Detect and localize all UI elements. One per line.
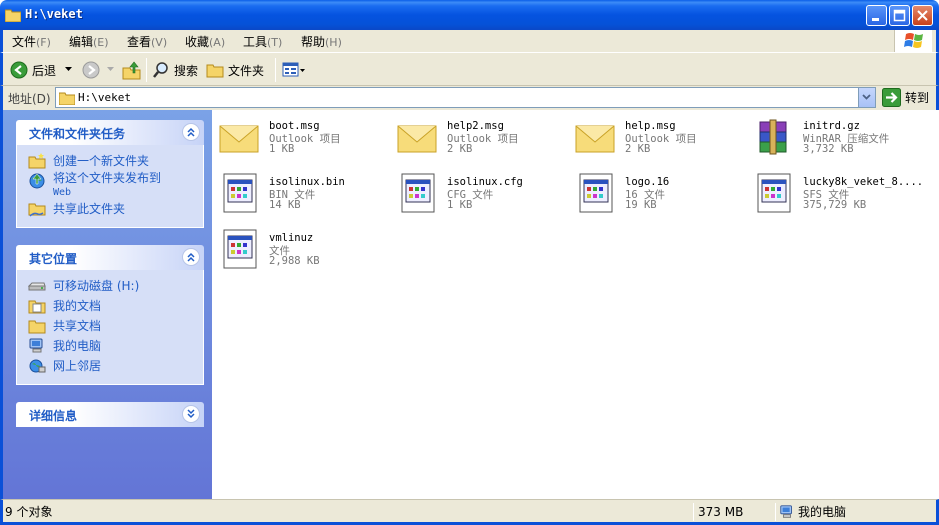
file-item[interactable]: isolinux.cfg CFG 文件 1 KB (390, 166, 568, 216)
my-computer-icon (780, 505, 792, 518)
up-folder-button[interactable] (122, 59, 142, 81)
menu-favorites[interactable]: 收藏(A) (185, 33, 225, 50)
window-title: H:\veket (25, 7, 83, 21)
forward-arrow-icon (82, 61, 100, 79)
generic-file-icon (223, 229, 257, 269)
menu-bar: 文件(F) 编辑(E) 查看(V) 收藏(A) 工具(T) 帮助(H) (0, 30, 939, 52)
winrar-icon (759, 119, 787, 155)
generic-file-icon (579, 173, 613, 213)
my-documents-icon (28, 300, 46, 314)
menu-file[interactable]: 文件(F) (12, 33, 51, 50)
folder-icon (59, 92, 75, 105)
task-share-folder[interactable]: 共享此文件夹 (17, 199, 203, 219)
search-button[interactable]: 搜索 (152, 59, 198, 81)
address-value: H:\veket (78, 91, 131, 104)
close-button[interactable] (912, 5, 933, 26)
total-size: 373 MB (698, 505, 744, 519)
windows-logo (894, 30, 932, 52)
place-network[interactable]: 网上邻居 (17, 356, 203, 376)
forward-dropdown-icon[interactable] (107, 67, 114, 72)
place-removable-disk[interactable]: 可移动磁盘 (H:) (17, 276, 203, 296)
place-my-computer[interactable]: 我的电脑 (17, 336, 203, 356)
toolbar-separator (146, 58, 147, 82)
file-item[interactable]: help2.msg Outlook 项目 2 KB (390, 110, 568, 160)
folders-button[interactable]: 文件夹 (206, 59, 264, 81)
task-pane: 文件和文件夹任务 创建一个新文件夹 将这个文件夹发布到 Web 共享此文件夹 其… (0, 110, 212, 499)
generic-file-icon (401, 173, 435, 213)
go-button[interactable]: 转到 (882, 88, 929, 107)
go-arrow-icon (882, 88, 901, 107)
other-places-panel: 其它位置 可移动磁盘 (H:) 我的文档 共享文档 我的电脑 网上邻居 (16, 245, 204, 385)
search-icon (153, 62, 168, 78)
collapse-button[interactable] (182, 123, 200, 141)
address-label: 地址(D) (8, 92, 51, 106)
object-count: 9 个对象 (5, 505, 53, 519)
details-panel: 详细信息 (16, 402, 204, 427)
maximize-button[interactable] (889, 5, 910, 26)
file-list: boot.msg Outlook 项目 1 KB help2.msg Outlo… (212, 110, 936, 499)
place-shared-documents[interactable]: 共享文档 (17, 316, 203, 336)
file-item[interactable]: boot.msg Outlook 项目 1 KB (212, 110, 390, 160)
file-tasks-panel: 文件和文件夹任务 创建一个新文件夹 将这个文件夹发布到 Web 共享此文件夹 (16, 120, 204, 228)
location-label: 我的电脑 (798, 505, 847, 519)
double-chevron-down-icon (187, 409, 195, 419)
close-icon (917, 10, 928, 21)
menu-tools[interactable]: 工具(T) (243, 33, 282, 50)
menu-view[interactable]: 查看(V) (127, 33, 167, 50)
file-item[interactable]: isolinux.bin BIN 文件 14 KB (212, 166, 390, 216)
address-input[interactable]: H:\veket (55, 87, 876, 108)
new-folder-icon (28, 153, 46, 169)
file-item[interactable]: logo.16 16 文件 19 KB (568, 166, 746, 216)
forward-button[interactable] (82, 59, 100, 81)
status-bar: 9 个对象 373 MB 我的电脑 (0, 499, 939, 525)
details-header[interactable]: 详细信息 (16, 402, 204, 427)
place-my-documents[interactable]: 我的文档 (17, 296, 203, 316)
generic-file-icon (223, 173, 257, 213)
shared-folder-icon (28, 203, 46, 217)
file-item[interactable]: help.msg Outlook 项目 2 KB (568, 110, 746, 160)
minimize-button[interactable] (866, 5, 887, 26)
address-bar: 地址(D) H:\veket 转到 (0, 86, 939, 110)
toolbar: 后退 搜索 文件夹 (0, 52, 939, 86)
envelope-icon (575, 125, 615, 153)
menu-help[interactable]: 帮助(H) (301, 33, 342, 50)
maximize-icon (893, 9, 906, 22)
menu-edit[interactable]: 编辑(E) (69, 33, 109, 50)
envelope-icon (219, 125, 259, 153)
my-computer-icon (29, 338, 43, 353)
back-dropdown-icon[interactable] (65, 67, 72, 72)
status-divider (775, 503, 776, 521)
other-places-header[interactable]: 其它位置 (16, 245, 204, 270)
shared-documents-icon (28, 320, 46, 334)
removable-disk-icon (28, 282, 46, 291)
file-item[interactable]: vmlinuz 文件 2,988 KB (212, 222, 390, 272)
task-new-folder[interactable]: 创建一个新文件夹 (17, 151, 203, 171)
chevron-down-icon (862, 94, 871, 100)
address-dropdown-button[interactable] (858, 88, 875, 107)
envelope-icon (397, 125, 437, 153)
minimize-icon (872, 18, 879, 21)
generic-file-icon (757, 173, 791, 213)
folder-icon (5, 9, 21, 22)
title-bar[interactable]: H:\veket (0, 0, 939, 30)
status-divider (693, 503, 694, 521)
toolbar-separator (275, 58, 276, 82)
file-item[interactable]: lucky8k_veket_8.... SFS 文件 375,729 KB (746, 166, 924, 216)
windows-flag-icon (904, 33, 923, 48)
collapse-button[interactable] (182, 248, 200, 266)
back-arrow-icon (10, 61, 28, 79)
double-chevron-up-icon (187, 127, 195, 137)
views-icon (282, 62, 305, 77)
network-places-icon (29, 359, 46, 373)
views-button[interactable] (282, 59, 306, 81)
file-tasks-header[interactable]: 文件和文件夹任务 (16, 120, 204, 145)
publish-web-icon (29, 173, 45, 189)
folder-icon (206, 64, 224, 78)
file-item[interactable]: initrd.gz WinRAR 压缩文件 3,732 KB (746, 110, 924, 160)
double-chevron-up-icon (187, 252, 195, 262)
back-button[interactable]: 后退 (10, 59, 56, 81)
expand-button[interactable] (182, 405, 200, 423)
task-publish-web[interactable]: 将这个文件夹发布到 Web (17, 171, 203, 199)
up-folder-icon (122, 61, 141, 80)
